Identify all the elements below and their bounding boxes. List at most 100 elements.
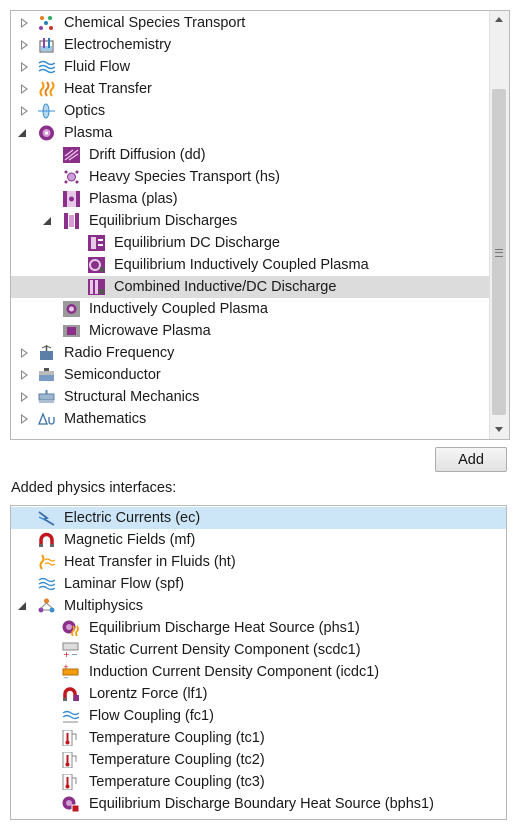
added-item-label: Equilibrium Discharge Heat Source (phs1) bbox=[89, 620, 360, 636]
temperature-coupling-icon bbox=[62, 752, 77, 768]
added-item-lorentz-force[interactable]: Lorentz Force (lf1) bbox=[11, 683, 506, 705]
tree-item-label: Radio Frequency bbox=[64, 345, 175, 361]
tree-item-equilibrium-icp[interactable]: Equilibrium Inductively Coupled Plasma bbox=[11, 254, 491, 276]
tree-item-plasma[interactable]: Plasma bbox=[11, 122, 491, 144]
radio-frequency-icon bbox=[40, 345, 53, 360]
added-item-electric-currents[interactable]: Electric Currents (ec) bbox=[11, 507, 506, 529]
tree-item-label: Optics bbox=[64, 103, 106, 119]
heat-transfer-icon bbox=[39, 81, 55, 97]
structural-mechanics-icon bbox=[38, 390, 55, 403]
expand-arrow-icon[interactable] bbox=[21, 414, 28, 424]
tree-item-label: Heat Transfer bbox=[64, 81, 152, 97]
tree-item-icp[interactable]: Inductively Coupled Plasma bbox=[11, 298, 491, 320]
tree-item-optics[interactable]: Optics bbox=[11, 100, 491, 122]
added-item-induction-current[interactable]: + − Induction Current Density Component (… bbox=[11, 661, 506, 683]
electric-currents-icon bbox=[38, 511, 55, 526]
tree-item-plasma-plas[interactable]: Plasma (plas) bbox=[11, 188, 491, 210]
svg-text:−: − bbox=[71, 650, 78, 658]
svg-text:+: + bbox=[63, 664, 69, 671]
collapse-arrow-icon[interactable] bbox=[18, 129, 26, 137]
scroll-up-icon[interactable] bbox=[495, 17, 503, 22]
tree-item-label: Plasma bbox=[64, 125, 113, 141]
added-item-boundary-heat-source[interactable]: Equilibrium Discharge Boundary Heat Sour… bbox=[11, 793, 506, 815]
tree-item-fluid-flow[interactable]: Fluid Flow bbox=[11, 56, 491, 78]
induction-current-icon: +− bbox=[62, 664, 79, 680]
scroll-thumb[interactable] bbox=[492, 89, 506, 415]
added-item-multiphysics[interactable]: Multiphysics bbox=[11, 595, 506, 617]
added-item-label: Magnetic Fields (mf) bbox=[64, 532, 196, 548]
tree-item-semiconductor[interactable]: Semiconductor bbox=[11, 364, 491, 386]
drift-diffusion-icon bbox=[63, 147, 80, 163]
expand-arrow-icon[interactable] bbox=[21, 348, 28, 358]
added-item-flow-coupling[interactable]: Flow Coupling (fc1) bbox=[11, 705, 506, 727]
added-item-label: Temperature Coupling (tc2) bbox=[89, 752, 265, 768]
combined-discharge-icon bbox=[88, 279, 105, 295]
added-item-laminar-flow[interactable]: Laminar Flow (spf) bbox=[11, 573, 506, 595]
added-item-label: Equilibrium Discharge Boundary Heat Sour… bbox=[89, 796, 434, 812]
expand-arrow-icon[interactable] bbox=[21, 106, 28, 116]
boundary-heat-source-icon bbox=[62, 796, 79, 812]
added-item-label: Temperature Coupling (tc1) bbox=[89, 730, 265, 746]
expand-arrow-icon[interactable] bbox=[21, 370, 28, 380]
tree-item-radio-frequency[interactable]: Radio Frequency bbox=[11, 342, 491, 364]
collapse-arrow-icon[interactable] bbox=[18, 602, 26, 610]
temperature-coupling-icon bbox=[62, 730, 77, 746]
added-item-static-current[interactable]: + − Static Current Density Component (scd… bbox=[11, 639, 506, 661]
expand-arrow-icon[interactable] bbox=[21, 40, 28, 50]
tree-item-label: Equilibrium DC Discharge bbox=[114, 235, 280, 251]
tree-item-label: Fluid Flow bbox=[64, 59, 131, 75]
tree-item-drift-diffusion[interactable]: Drift Diffusion (dd) bbox=[11, 144, 491, 166]
tree-item-heat-transfer[interactable]: Heat Transfer bbox=[11, 78, 491, 100]
optics-icon bbox=[38, 103, 55, 119]
tree-item-heavy-species[interactable]: Heavy Species Transport (hs) bbox=[11, 166, 491, 188]
expand-arrow-icon[interactable] bbox=[21, 18, 28, 28]
added-item-label: Static Current Density Component (scdc1) bbox=[89, 642, 361, 658]
added-item-label: Lorentz Force (lf1) bbox=[89, 686, 208, 702]
tree-item-label: Microwave Plasma bbox=[89, 323, 211, 339]
grip-icon bbox=[495, 249, 503, 257]
tree-item-equilibrium-dc[interactable]: Equilibrium DC Discharge bbox=[11, 232, 491, 254]
added-physics-label: Added physics interfaces: bbox=[11, 480, 177, 496]
tree-item-label: Drift Diffusion (dd) bbox=[89, 147, 206, 163]
expand-arrow-icon[interactable] bbox=[21, 84, 28, 94]
tree-item-combined-discharge[interactable]: Combined Inductive/DC Discharge bbox=[11, 276, 489, 298]
added-item-magnetic-fields[interactable]: Magnetic Fields (mf) bbox=[11, 529, 506, 551]
multiphysics-icon bbox=[38, 598, 55, 613]
scroll-down-icon[interactable] bbox=[495, 427, 503, 432]
flow-coupling-icon bbox=[62, 710, 79, 723]
added-physics-list[interactable]: Electric Currents (ec) Magnetic Fields (… bbox=[10, 505, 507, 820]
svg-text:−: − bbox=[63, 674, 69, 680]
electrochemistry-icon bbox=[39, 38, 54, 53]
collapse-arrow-icon[interactable] bbox=[43, 217, 51, 225]
added-item-label: Flow Coupling (fc1) bbox=[89, 708, 214, 724]
added-item-heat-transfer-fluids[interactable]: Heat Transfer in Fluids (ht) bbox=[11, 551, 506, 573]
expand-arrow-icon[interactable] bbox=[21, 62, 28, 72]
added-item-temperature-coupling[interactable]: Temperature Coupling (tc2) bbox=[11, 749, 506, 771]
added-item-temperature-coupling[interactable]: Temperature Coupling (tc3) bbox=[11, 771, 506, 793]
expand-arrow-icon[interactable] bbox=[21, 392, 28, 402]
add-button[interactable]: Add bbox=[435, 447, 507, 472]
tree-item-microwave-plasma[interactable]: Microwave Plasma bbox=[11, 320, 491, 342]
laminar-flow-icon bbox=[38, 577, 55, 591]
mathematics-icon bbox=[38, 412, 55, 425]
icp-icon bbox=[63, 301, 80, 317]
tree-item-equilibrium-discharges[interactable]: Equilibrium Discharges bbox=[11, 210, 491, 232]
tree-item-label: Heavy Species Transport (hs) bbox=[89, 169, 280, 185]
added-item-label: Temperature Coupling (tc3) bbox=[89, 774, 265, 790]
plasma-icon bbox=[39, 125, 54, 141]
heat-transfer-fluids-icon bbox=[39, 554, 55, 570]
tree-item-electrochemistry[interactable]: Electrochemistry bbox=[11, 34, 491, 56]
svg-text:+: + bbox=[63, 650, 70, 658]
tree-item-label: Inductively Coupled Plasma bbox=[89, 301, 268, 317]
heavy-species-icon bbox=[64, 170, 79, 184]
tree-item-structural-mechanics[interactable]: Structural Mechanics bbox=[11, 386, 491, 408]
semiconductor-icon bbox=[39, 368, 54, 381]
added-item-temperature-coupling[interactable]: Temperature Coupling (tc1) bbox=[11, 727, 506, 749]
tree-item-mathematics[interactable]: Mathematics bbox=[11, 408, 491, 430]
heat-source-icon bbox=[62, 620, 79, 636]
tree-item-chemical-species-transport[interactable]: Chemical Species Transport bbox=[11, 12, 491, 34]
added-item-heat-source[interactable]: Equilibrium Discharge Heat Source (phs1) bbox=[11, 617, 506, 639]
equilibrium-icp-icon bbox=[88, 257, 105, 273]
vertical-scrollbar[interactable] bbox=[489, 11, 509, 439]
physics-tree[interactable]: Chemical Species Transport Electrochemis… bbox=[10, 10, 510, 440]
